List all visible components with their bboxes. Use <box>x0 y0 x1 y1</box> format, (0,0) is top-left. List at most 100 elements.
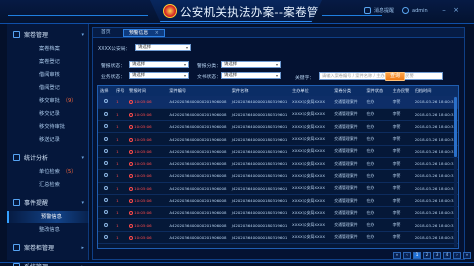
table-row[interactable]: 1 10:05:06 A4202036400000201906008 J4202036… <box>98 121 458 133</box>
row-radio[interactable] <box>104 161 109 166</box>
header-divider-right <box>322 15 382 16</box>
sidebar-item[interactable]: 整改信息 <box>7 224 89 236</box>
first-page-button[interactable]: « <box>393 252 401 259</box>
row-radio[interactable] <box>104 99 109 104</box>
row-radio[interactable] <box>104 124 109 129</box>
cell-warn-time: 10:05:06 <box>127 121 167 133</box>
sidebar-item-label: 整改信息 <box>39 227 60 233</box>
cell-archive-time: 2018-03-26 18:00:33 <box>413 219 458 231</box>
cell-unit: XXXX公安局XXXX <box>290 121 332 133</box>
cell-unit-text: XXXX公安局XXXX <box>292 123 326 129</box>
table-row[interactable]: 1 10:05:06 A4202036400000201906008 J4202036… <box>98 231 458 244</box>
sidebar-item[interactable]: 移交待审批 <box>7 121 89 133</box>
row-radio[interactable] <box>104 185 109 190</box>
warn-type-select[interactable]: 请选择 ▾ <box>129 61 189 68</box>
sidebar-item[interactable]: 汇总检索 <box>7 179 89 191</box>
tab-home[interactable]: 首页 <box>96 29 116 37</box>
table-row[interactable]: 1 10:05:06 A4202036400000201906008 J4202036… <box>98 170 458 183</box>
page-button[interactable]: 4 <box>443 252 451 259</box>
next-page-button[interactable]: › <box>453 252 461 259</box>
notice-link[interactable]: 消息提醒 <box>364 7 394 14</box>
row-radio[interactable] <box>104 136 109 141</box>
sidebar-item[interactable]: 案卷档案 <box>7 43 89 55</box>
table-row[interactable]: 1 10:05:06 A4202036400000201906008 J4202036… <box>98 182 458 195</box>
keyword-input[interactable]: 请输入案卷编号 / 案件名称 / 主办单位 / 主办民警 <box>319 72 443 80</box>
row-radio[interactable] <box>104 148 109 153</box>
page-button[interactable]: 3 <box>433 252 441 259</box>
row-radio[interactable] <box>104 111 109 116</box>
sidebar-item[interactable]: 借阅登记 <box>7 82 89 94</box>
cell-case-name: J4202036400000180319601 <box>230 207 290 219</box>
last-page-button[interactable]: » <box>463 252 471 259</box>
table-row[interactable]: 1 10:05:06 A4202036400000201906008 J4202036… <box>98 194 458 207</box>
tab-close-icon[interactable]: × <box>155 31 159 36</box>
cell-unit: XXXX公安局XXXX <box>290 207 332 219</box>
cell-archive-time: 2018-03-26 18:00:33 <box>413 121 458 133</box>
cell-select <box>98 207 114 219</box>
cell-type: 交通管理案件 <box>332 133 364 145</box>
page-button[interactable]: 1 <box>413 252 421 259</box>
tab-warning-info[interactable]: 预警信息 × <box>123 29 165 37</box>
table-row[interactable]: 1 10:05:06 A4202036400000201906008 J4202036… <box>98 108 458 121</box>
biz-status-select[interactable]: 请选择 ▾ <box>129 72 189 79</box>
row-radio[interactable] <box>104 234 109 239</box>
cell-type-text: 交通管理案件 <box>334 111 358 117</box>
cell-archive-time-text: 2018-03-26 18:00:33 <box>414 111 457 117</box>
sidebar-group-2[interactable]: 事件提醒 ▾ <box>7 196 89 209</box>
doc-status-select[interactable]: 请选择 ▾ <box>221 72 281 79</box>
row-radio[interactable] <box>104 222 109 227</box>
cell-select <box>98 194 114 206</box>
cell-type: 交通管理案件 <box>332 231 364 243</box>
scroll-thumb[interactable] <box>454 97 457 157</box>
folder-icon <box>13 31 20 38</box>
warn-class-select[interactable]: 请选择 ▾ <box>221 61 281 68</box>
table-row[interactable]: 1 10:05:06 A4202036400000201906008 J4202036… <box>98 207 458 219</box>
sidebar-group-0[interactable]: 案卷管理 ▾ <box>7 28 89 41</box>
table-row[interactable]: 1 10:05:06 A4202036400000201906008 J4202036… <box>98 219 458 232</box>
query-button[interactable]: 查询 <box>385 72 405 81</box>
table-row[interactable]: 1 10:05:06 A4202036400000201906008 J4202036… <box>98 157 458 170</box>
user-menu[interactable]: admin <box>402 7 428 14</box>
row-radio[interactable] <box>104 210 109 215</box>
table-scrollbar[interactable] <box>454 97 457 247</box>
cell-case-name-text: J4202036400000180319601 <box>231 161 288 167</box>
prev-page-button[interactable]: ‹ <box>403 252 411 259</box>
sidebar-item[interactable]: 移送记录 <box>7 134 89 146</box>
table-row[interactable]: 1 10:05:06 A4202036400000201906008 J4202036… <box>98 145 458 158</box>
unit-select[interactable]: 请选择 ▾ <box>135 44 191 51</box>
row-radio[interactable] <box>104 198 109 203</box>
cell-officer-text: 李警 <box>392 98 401 104</box>
cell-select <box>98 157 114 169</box>
clock-icon <box>129 125 134 130</box>
cell-unit-text: XXXX公安局XXXX <box>292 234 326 240</box>
cell-type-text: 交通管理案件 <box>334 136 358 142</box>
row-radio[interactable] <box>104 173 109 178</box>
minimize-icon[interactable]: – <box>440 6 448 14</box>
folder-icon <box>13 154 20 161</box>
sidebar-item[interactable]: 移交记录 <box>7 108 89 120</box>
doc-status-value: 请选择 <box>224 73 238 78</box>
sidebar-group-4[interactable]: 系统管理▸ <box>7 260 89 266</box>
sidebar-item[interactable]: 案卷登记 <box>7 56 89 68</box>
sidebar-item[interactable]: 移交审批 （9） <box>7 95 89 107</box>
cell-archive-time-text: 2018-03-26 18:00:33 <box>414 173 457 179</box>
cell-seq: 1 <box>114 194 127 206</box>
sidebar-group-1[interactable]: 统计分析 ▾ <box>7 151 89 164</box>
table-row[interactable]: 1 10:05:06 A4202036400000201906008 J4202036… <box>98 133 458 146</box>
cell-case-name: J4202036400000180319601 <box>230 231 290 243</box>
sidebar-item[interactable]: 借阅审核 <box>7 69 89 81</box>
sidebar-item[interactable]: 预警信息 <box>7 211 89 223</box>
cell-case-name-text: J4202036400000180319601 <box>231 111 288 117</box>
sidebar-item[interactable]: 单位检索 （5） <box>7 166 89 178</box>
table-row[interactable]: 1 10:05:06 A4202036400000201906008 J4202036… <box>98 96 458 109</box>
page-button[interactable]: 2 <box>423 252 431 259</box>
sidebar-group-label: 事件提醒 <box>24 200 49 207</box>
sidebar-group-3[interactable]: 案卷柜管理 ▸ <box>7 241 89 254</box>
cell-warn-time-text: 10:05:06 <box>134 99 152 105</box>
doc-status-label: 文书状态： <box>197 75 221 80</box>
warn-class-label: 警报分类： <box>197 64 221 69</box>
cell-archive-time: 2018-03-26 18:00:33 <box>413 231 458 243</box>
cell-officer-text: 李警 <box>392 148 401 154</box>
close-icon[interactable]: × <box>452 6 460 14</box>
cell-type-text: 交通管理案件 <box>334 209 358 215</box>
